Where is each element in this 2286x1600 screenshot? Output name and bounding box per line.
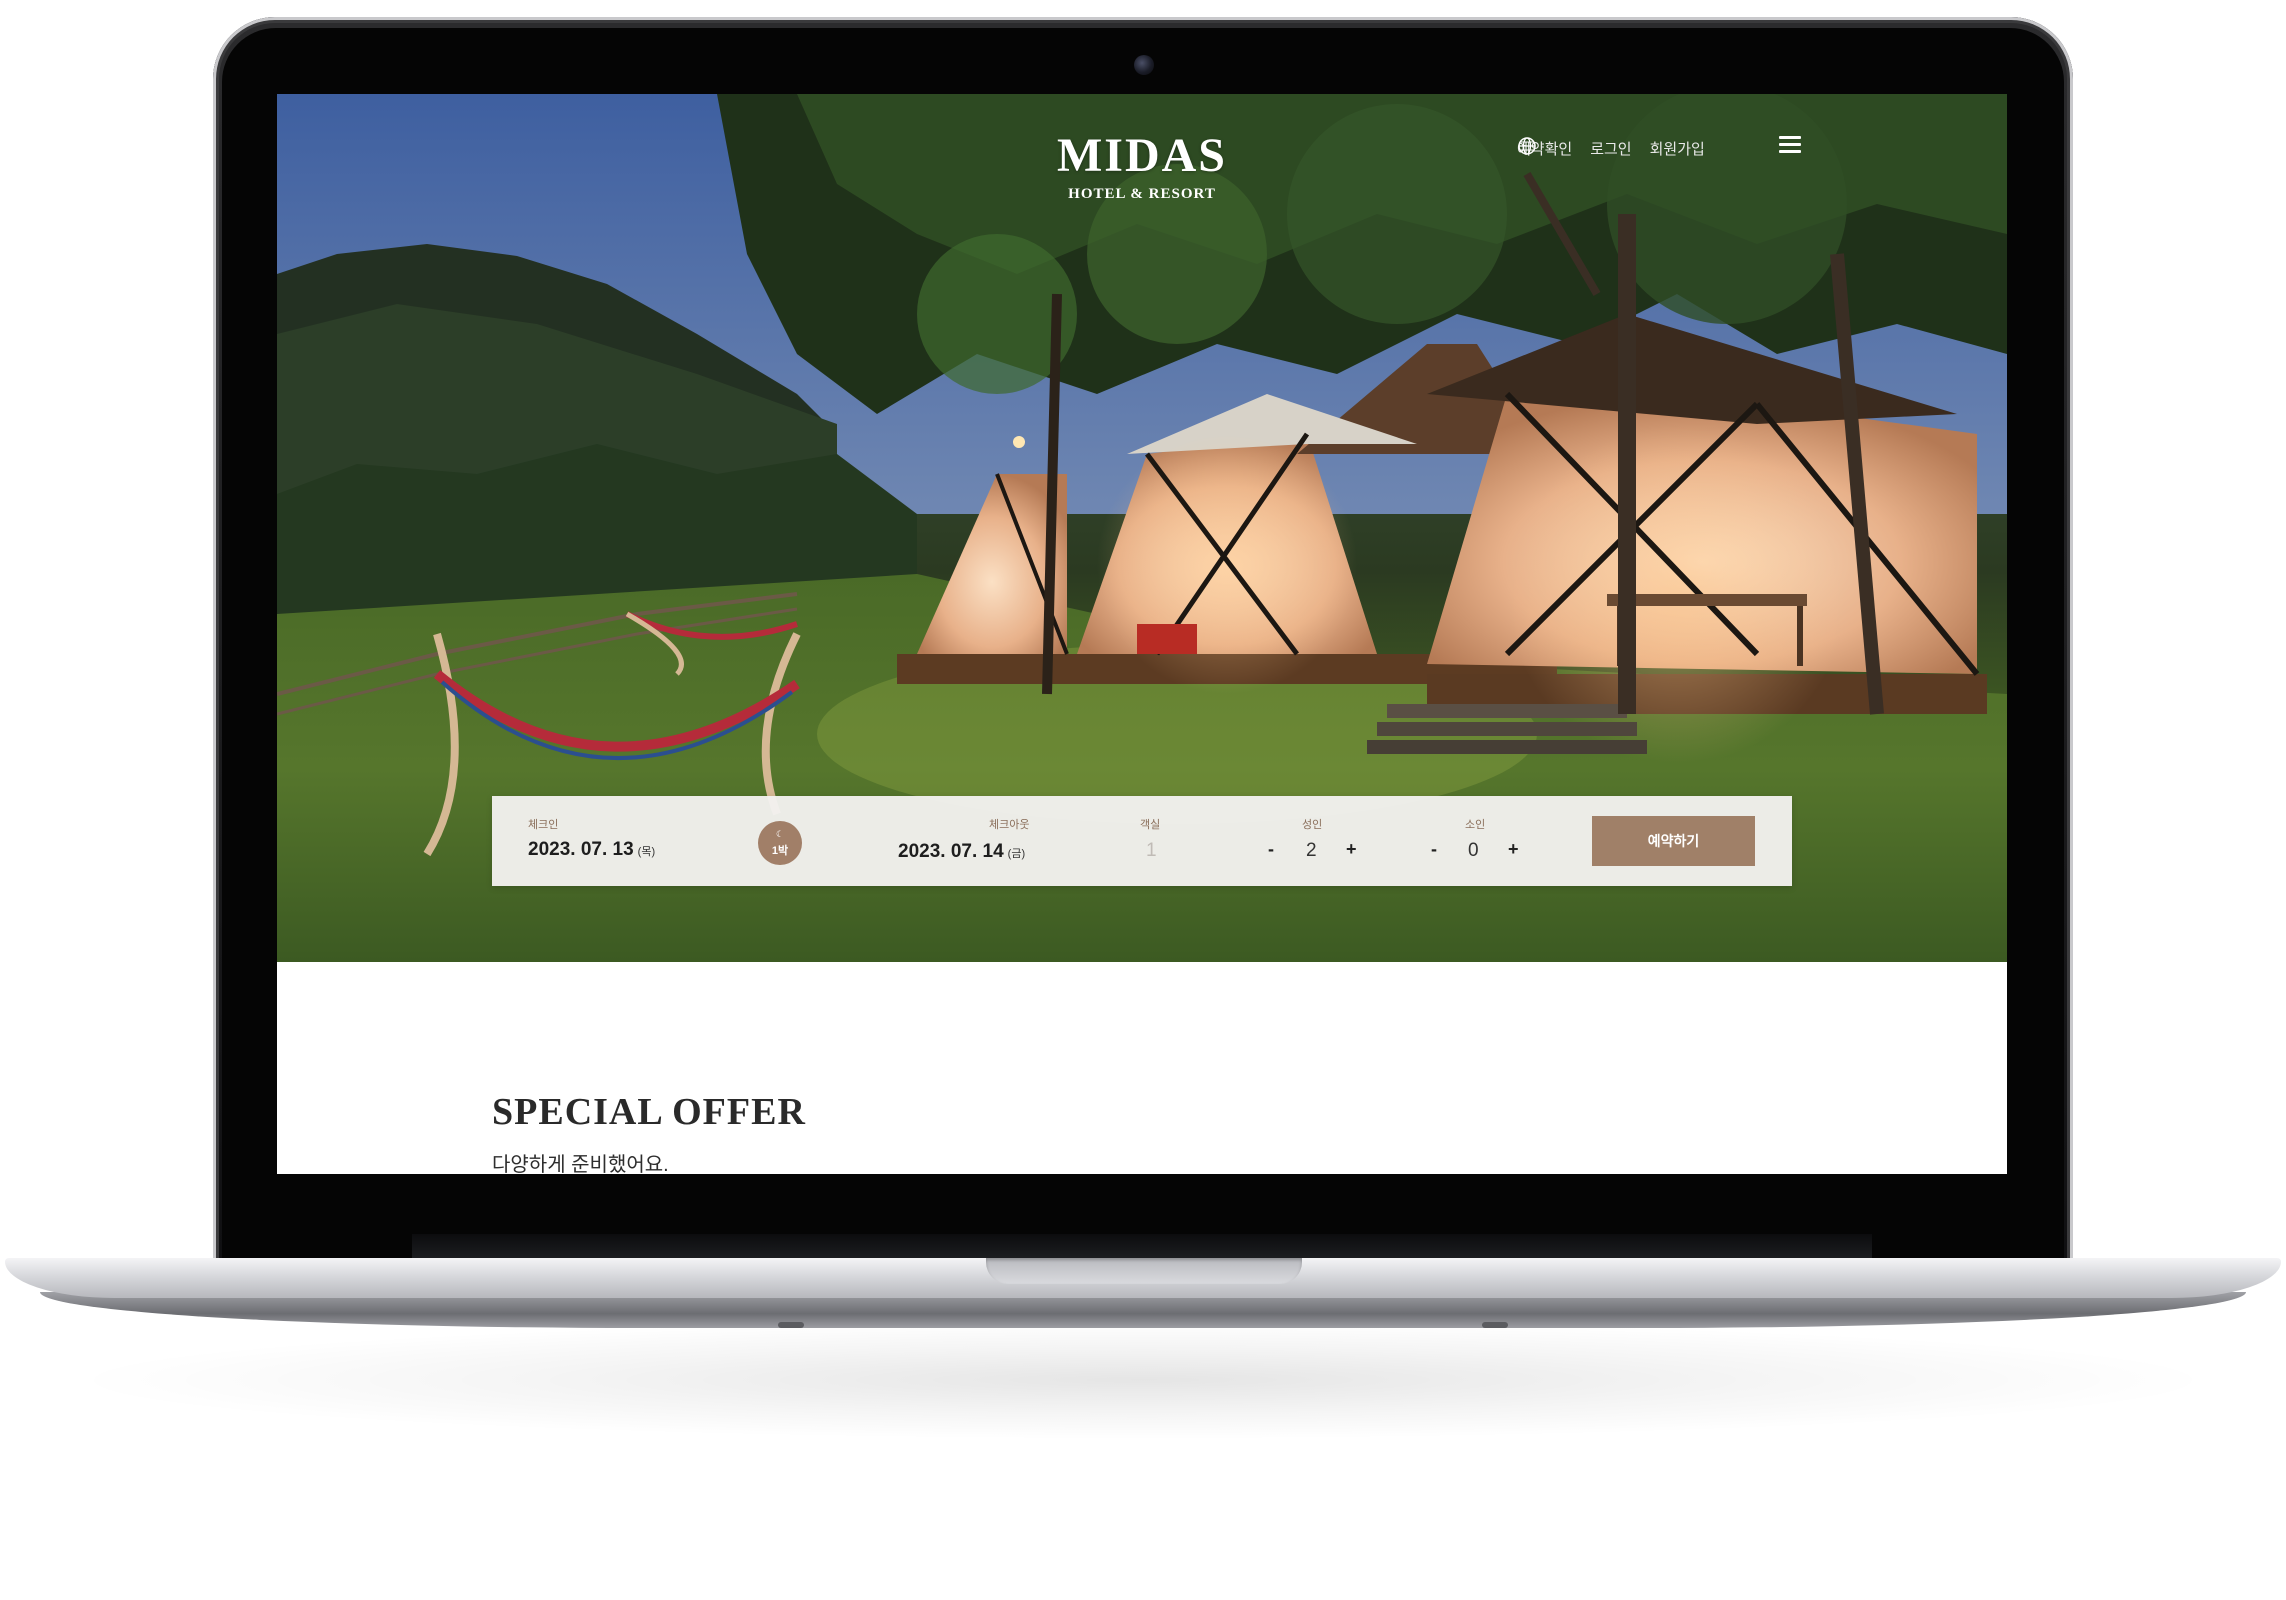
adults-minus-button[interactable]: - <box>1268 839 1274 860</box>
hero-banner: MIDAS HOTEL & RESORT 예약확인 로그인 회원가입 체크인 2… <box>277 94 2007 962</box>
moon-icon: ☾ <box>775 829 785 839</box>
children-value: 0 <box>1468 840 1479 861</box>
checkout-day: (금) <box>1007 848 1026 860</box>
children-label: 소인 <box>1465 819 1486 831</box>
children-minus-button[interactable]: - <box>1431 839 1437 860</box>
menu-icon[interactable] <box>1779 136 1801 154</box>
checkin-day: (목) <box>637 846 656 858</box>
section-title: SPECIAL OFFER <box>492 1091 806 1133</box>
checkin-date-field[interactable]: 2023. 07. 13 (목) <box>528 839 655 861</box>
adults-plus-button[interactable]: + <box>1346 839 1357 860</box>
laptop-foot <box>778 1322 804 1328</box>
webcam-icon <box>1134 55 1154 75</box>
checkout-label: 체크아웃 <box>989 819 1030 831</box>
logo-title[interactable]: MIDAS <box>277 128 2007 183</box>
special-offer-section: SPECIAL OFFER 다양하게 준비했어요. <box>277 962 2007 1174</box>
adults-value: 2 <box>1306 840 1317 861</box>
section-subtitle: 다양하게 준비했어요. <box>492 1154 669 1174</box>
reserve-button[interactable]: 예약하기 <box>1592 816 1755 866</box>
checkin-date: 2023. 07. 13 <box>528 839 634 860</box>
laptop-hinge <box>412 1234 1872 1260</box>
laptop-foot <box>1482 1322 1508 1328</box>
globe-icon[interactable] <box>1517 136 1537 156</box>
booking-bar: 체크인 2023. 07. 13 (목) ☾ 1박 체크아웃 2023. 07. … <box>492 796 1792 886</box>
nav-login[interactable]: 로그인 <box>1590 138 1631 159</box>
nav-signup[interactable]: 회원가입 <box>1650 138 1705 159</box>
nights-badge: ☾ 1박 <box>758 821 802 865</box>
laptop-notch <box>986 1258 1302 1284</box>
nights-count: 1박 <box>771 845 789 857</box>
rooms-value[interactable]: 1 <box>1146 840 1157 862</box>
checkout-date: 2023. 07. 14 <box>898 841 1004 862</box>
adults-label: 성인 <box>1302 819 1323 831</box>
children-plus-button[interactable]: + <box>1508 839 1519 860</box>
top-nav: 예약확인 로그인 회원가입 <box>1517 136 1723 160</box>
rooms-label: 객실 <box>1140 819 1161 831</box>
laptop-shadow <box>60 1320 2226 1440</box>
logo-subtitle: HOTEL & RESORT <box>1068 186 1216 202</box>
browser-screen: MIDAS HOTEL & RESORT 예약확인 로그인 회원가입 체크인 2… <box>277 94 2007 1174</box>
checkout-date-field[interactable]: 2023. 07. 14 (금) <box>898 841 1025 863</box>
checkin-label: 체크인 <box>528 819 559 831</box>
